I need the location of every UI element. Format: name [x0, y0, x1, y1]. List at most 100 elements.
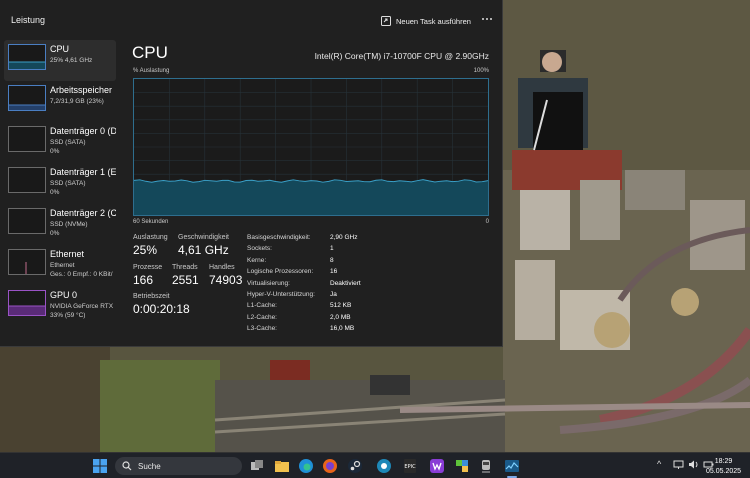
chevron-up-icon[interactable]: ^ — [657, 459, 661, 469]
sidebar-item-label: Datenträger 2 (C — [50, 208, 116, 218]
windows-start-icon[interactable] — [92, 458, 108, 474]
task-manager-icon[interactable] — [504, 458, 520, 474]
taskbar: Suche EPIC ^ 18:29 05.05.2025 — [0, 452, 750, 478]
stat-processes: Prozesse 166 — [133, 264, 162, 287]
steam-icon[interactable] — [347, 458, 363, 474]
run-new-task-label: Neuen Task ausführen — [396, 16, 471, 26]
graph-label-max: 100% — [473, 68, 489, 74]
info-key: Basisgeschwindigkeit: — [247, 234, 311, 241]
info-row: L2-Cache: 2,0 MB — [247, 314, 377, 325]
info-row: Hyper-V-Unterstützung: Ja — [247, 291, 377, 302]
clock-time: 18:29 — [714, 458, 733, 465]
disk-thumbnail — [8, 126, 46, 152]
memory-thumbnail — [8, 85, 46, 111]
stat-value: 0:00:20:18 — [133, 302, 190, 316]
svg-text:EPIC: EPIC — [404, 464, 416, 470]
sidebar-item-ethernet[interactable]: Ethernet Ethernet Ges.: 0 Empf.: 0 KBit/ — [4, 245, 116, 286]
cpu-model-name: Intel(R) Core(TM) i7-10700F CPU @ 2.90GH… — [314, 51, 489, 61]
title-bar: Leistung Neuen Task ausführen — [0, 0, 503, 40]
cpu-heading: CPU — [132, 43, 168, 62]
search-icon — [122, 461, 132, 471]
stat-uptime: Betriebszeit 0:00:20:18 — [133, 293, 190, 316]
volume-icon[interactable] — [688, 459, 699, 470]
sidebar-item-usage: 0% — [50, 230, 60, 237]
cpu-usage-area — [134, 179, 488, 215]
search-label: Suche — [138, 461, 161, 471]
file-explorer-icon[interactable] — [274, 458, 290, 474]
taskbar-search[interactable]: Suche — [115, 457, 242, 475]
page-title: Leistung — [11, 15, 46, 25]
disk-thumbnail — [8, 167, 46, 193]
display-icon[interactable] — [673, 459, 684, 470]
info-row: L3-Cache: 16,0 MB — [247, 325, 377, 336]
sidebar-item-usage: 0% — [50, 148, 60, 155]
sidebar-item-detail: 25% 4,61 GHz — [50, 57, 93, 64]
sidebar-item-disk-2[interactable]: Datenträger 2 (C SSD (NVMe) 0% — [4, 204, 116, 245]
info-key: Logische Prozessoren: — [247, 268, 314, 276]
sidebar-item-detail: SSD (SATA) — [50, 139, 86, 146]
sidebar-item-label: Datenträger 0 (D — [50, 126, 116, 136]
info-key: L2-Cache: — [247, 313, 277, 321]
sidebar-item-detail: Ethernet — [50, 262, 75, 269]
cpu-thumbnail — [8, 44, 46, 70]
firefox-icon[interactable] — [322, 458, 338, 474]
train-simulator-icon[interactable] — [478, 458, 494, 474]
sidebar-item-usage: Ges.: 0 Empf.: 0 KBit/ — [50, 271, 113, 278]
clock[interactable]: 18:29 05.05.2025 — [706, 457, 741, 477]
more-dots-icon — [482, 18, 484, 20]
disk-thumbnail — [8, 208, 46, 234]
info-value: 512 KB — [330, 302, 352, 310]
sidebar-item-memory[interactable]: Arbeitsspeicher 7,2/31,9 GB (23%) — [4, 81, 116, 122]
info-key: Hyper-V-Unterstützung: — [247, 290, 315, 298]
stat-value: 74903 — [209, 273, 243, 287]
sidebar-item-label: Arbeitsspeicher — [50, 85, 113, 95]
graph-label-now: 0 — [485, 219, 489, 225]
clock-date: 05.05.2025 — [706, 468, 742, 475]
sidebar-item-cpu[interactable]: CPU 25% 4,61 GHz — [4, 40, 116, 81]
sidebar-item-disk-0[interactable]: Datenträger 0 (D SSD (SATA) 0% — [4, 122, 116, 163]
puzzle-app-icon[interactable] — [454, 458, 470, 474]
info-key: Virtualisierung: — [247, 279, 290, 287]
sidebar-item-disk-1[interactable]: Datenträger 1 (E SSD (SATA) 0% — [4, 163, 116, 204]
sidebar-item-detail: SSD (SATA) — [50, 180, 86, 187]
stat-label: Prozesse — [133, 264, 163, 271]
stat-value: 2551 — [172, 273, 199, 287]
info-key: Kerne: — [247, 256, 267, 264]
stat-label: Betriebszeit — [133, 293, 170, 300]
info-row: Kerne: 8 — [247, 257, 377, 268]
graph-label-utilization: % Auslastung — [133, 68, 170, 74]
info-value: Ja — [330, 290, 337, 298]
info-value: 2,0 MB — [330, 313, 351, 321]
app-w-icon[interactable] — [429, 458, 445, 474]
run-new-task-button[interactable]: Neuen Task ausführen — [381, 14, 471, 28]
task-view-icon[interactable] — [249, 458, 265, 474]
stat-label: Auslastung — [133, 234, 168, 241]
gpu-thumbnail — [8, 290, 46, 316]
info-value: 2,90 GHz — [330, 234, 358, 241]
cpu-detail-panel: CPU Intel(R) Core(TM) i7-10700F CPU @ 2.… — [116, 40, 503, 347]
graph-label-timespan: 60 Sekunden — [133, 219, 169, 225]
sidebar-item-gpu[interactable]: GPU 0 NVIDIA GeForce RTX 33% (59 °C) — [4, 286, 116, 327]
info-row: Sockets: 1 — [247, 245, 377, 256]
sidebar-item-detail: SSD (NVMe) — [50, 221, 88, 228]
info-row: Logische Prozessoren: 16 — [247, 268, 377, 279]
info-value: 16 — [330, 268, 338, 276]
stat-handles: Handles 74903 — [209, 264, 242, 287]
info-row: L1-Cache: 512 KB — [247, 302, 377, 313]
more-options-button[interactable] — [479, 12, 495, 26]
stat-utilization: Auslastung 25% — [133, 234, 168, 257]
info-value: 8 — [330, 256, 334, 264]
info-key: L3-Cache: — [247, 325, 277, 333]
stat-value: 25% — [133, 243, 158, 257]
edge-browser-icon[interactable] — [298, 458, 314, 474]
chromium-icon[interactable] — [376, 458, 392, 474]
run-task-icon — [381, 16, 391, 26]
stat-label: Threads — [172, 264, 198, 271]
epic-games-icon[interactable]: EPIC — [402, 458, 418, 474]
info-row: Basisgeschwindigkeit: 2,90 GHz — [247, 234, 377, 245]
sidebar-item-label: CPU — [50, 44, 70, 54]
stat-label: Handles — [209, 264, 235, 271]
sidebar-item-detail: NVIDIA GeForce RTX — [50, 303, 114, 310]
stat-speed: Geschwindigkeit 4,61 GHz — [178, 234, 229, 257]
stat-threads: Threads 2551 — [172, 264, 199, 287]
